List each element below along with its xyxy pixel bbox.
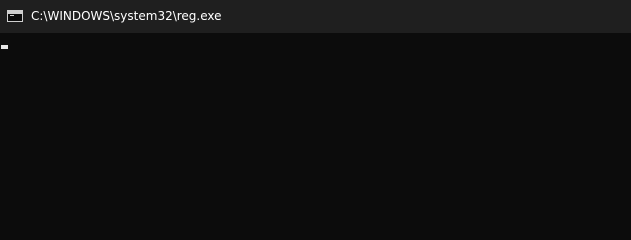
console-output-area[interactable] — [0, 33, 631, 200]
console-icon[interactable] — [7, 10, 23, 22]
console-window: C:\WINDOWS\system32\reg.exe — [0, 0, 631, 200]
text-cursor — [1, 45, 8, 49]
window-title: C:\WINDOWS\system32\reg.exe — [31, 9, 222, 23]
console-icon-bar — [8, 11, 22, 14]
console-icon-prompt — [10, 15, 14, 16]
title-bar[interactable]: C:\WINDOWS\system32\reg.exe — [0, 0, 631, 33]
